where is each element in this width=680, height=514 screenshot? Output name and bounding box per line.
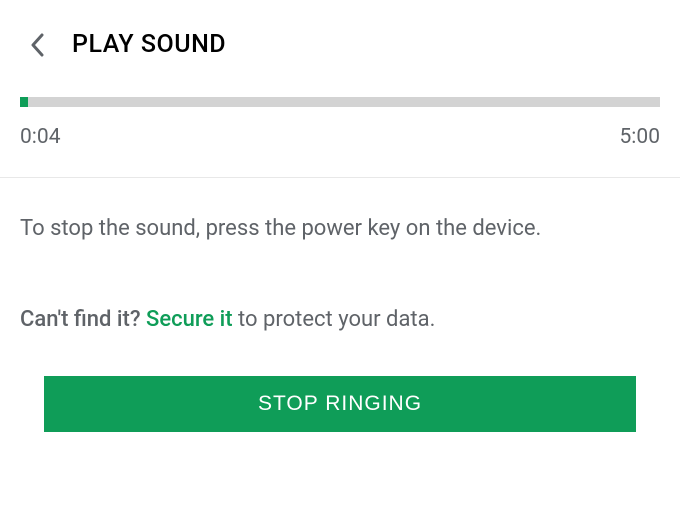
cant-find-prefix: Can't find it? <box>20 307 146 332</box>
cant-find-line: Can't find it? Secure it to protect your… <box>20 305 660 336</box>
progress-bar[interactable] <box>20 97 660 107</box>
total-time: 5:00 <box>620 125 661 149</box>
back-icon[interactable] <box>30 33 44 57</box>
stop-ringing-button[interactable]: STOP RINGING <box>44 376 636 432</box>
secure-it-link[interactable]: Secure it <box>146 307 233 332</box>
page-title: PLAY SOUND <box>72 30 226 59</box>
time-labels: 0:04 5:00 <box>20 125 660 149</box>
instruction-text: To stop the sound, press the power key o… <box>20 214 660 245</box>
progress-fill <box>20 97 28 107</box>
button-wrap: STOP RINGING <box>0 336 680 456</box>
elapsed-time: 0:04 <box>20 125 61 149</box>
cant-find-suffix: to protect your data. <box>233 307 436 332</box>
progress-section: 0:04 5:00 <box>0 87 680 177</box>
message-section: To stop the sound, press the power key o… <box>0 178 680 336</box>
header: PLAY SOUND <box>0 0 680 87</box>
play-sound-panel: PLAY SOUND 0:04 5:00 To stop the sound, … <box>0 0 680 514</box>
